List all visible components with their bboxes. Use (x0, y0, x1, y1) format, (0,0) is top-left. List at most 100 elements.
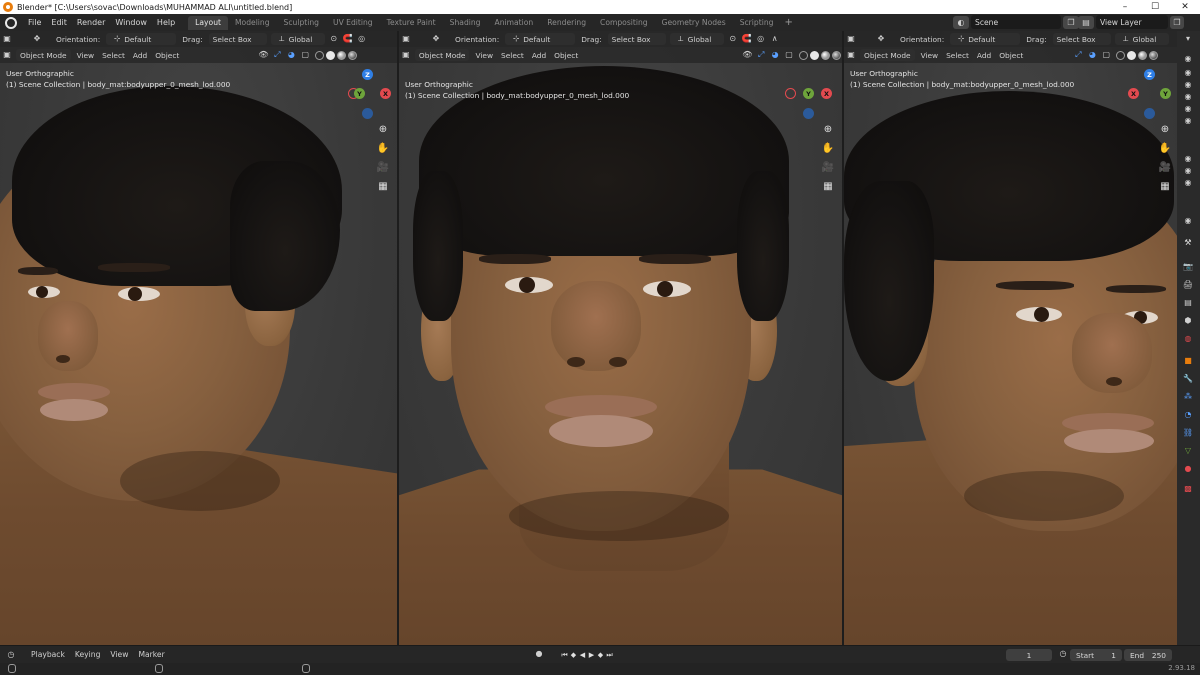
gizmo-neg-z-axis[interactable] (1144, 108, 1155, 119)
drag-dropdown[interactable]: Select Box (607, 33, 666, 45)
tool-properties-icon[interactable]: ⚒ (1182, 237, 1194, 247)
gizmo-neg-z-axis[interactable] (803, 108, 814, 119)
menu-object[interactable]: Object (995, 49, 1027, 61)
play-reverse-icon[interactable]: ◀ (578, 649, 587, 661)
tab-geometry-nodes[interactable]: Geometry Nodes (655, 16, 733, 30)
collection-visibility-icon[interactable]: ◉ (1182, 177, 1194, 187)
collection-visibility-icon[interactable]: ◉ (1182, 79, 1194, 89)
wireframe-shading-icon[interactable] (315, 50, 325, 60)
perspective-grid-icon[interactable]: ▦ (1158, 179, 1172, 193)
object-mode-dropdown[interactable]: Object Mode (16, 49, 71, 61)
collection-visibility-icon[interactable]: ◉ (1182, 115, 1194, 125)
object-mode-dropdown[interactable]: Object Mode (414, 49, 470, 61)
pan-hand-icon[interactable]: ✋ (821, 141, 835, 155)
modifier-properties-icon[interactable]: 🔧 (1182, 373, 1194, 383)
editor-type-icon[interactable]: ▣ (401, 34, 411, 44)
zoom-icon[interactable]: ⊕ (376, 122, 390, 136)
render-properties-icon[interactable]: 📷 (1182, 261, 1194, 271)
menu-render[interactable]: Render (72, 18, 110, 27)
collection-visibility-icon[interactable]: ◉ (1182, 67, 1194, 77)
start-frame-field[interactable]: Start 1 (1070, 649, 1122, 661)
constraint-properties-icon[interactable]: ⛓ (1182, 427, 1194, 437)
tab-scripting[interactable]: Scripting (733, 16, 781, 30)
scene-selector-icon[interactable]: ◐ (953, 16, 969, 29)
falloff-icon[interactable]: ∧ (770, 34, 780, 44)
menu-add[interactable]: Add (973, 49, 995, 61)
preview-range-clock-icon[interactable]: ◷ (1058, 649, 1068, 659)
gizmo-toggle-icon[interactable]: ⤢ (272, 50, 282, 60)
proportional-editing-icon[interactable]: ◎ (756, 34, 766, 44)
view-layer-properties-icon[interactable]: ▤ (1182, 297, 1194, 307)
gizmo-y-axis[interactable]: Y (1160, 88, 1171, 99)
menu-add[interactable]: Add (129, 49, 151, 61)
transform-pivot-icon[interactable]: ✥ (32, 34, 42, 44)
orientation-dropdown[interactable]: ⊹ Default (950, 33, 1021, 45)
xray-icon[interactable]: ▢ (1101, 50, 1111, 60)
pivot-point-icon[interactable]: ⊙ (329, 34, 339, 44)
menu-file[interactable]: File (23, 18, 46, 27)
collection-visibility-icon[interactable]: ◉ (1182, 165, 1194, 175)
menu-timeline-view[interactable]: View (105, 650, 133, 659)
gizmo-x-axis[interactable]: X (821, 88, 832, 99)
jump-to-end-icon[interactable]: ⏭ (605, 649, 614, 661)
navigation-gizmo[interactable]: Z X Y (1126, 69, 1174, 125)
transform-pivot-icon[interactable]: ✥ (876, 34, 886, 44)
solid-shading-icon[interactable] (1127, 50, 1137, 60)
menu-keying[interactable]: Keying (70, 650, 106, 659)
transform-orientation-dropdown[interactable]: ⟂ Global (669, 33, 724, 45)
outliner-filter-icon[interactable]: ▾ (1182, 33, 1194, 43)
menu-edit[interactable]: Edit (46, 18, 72, 27)
menu-playback[interactable]: Playback (26, 650, 70, 659)
gizmo-x-axis[interactable]: X (1128, 88, 1139, 99)
pan-hand-icon[interactable]: ✋ (1158, 141, 1172, 155)
wireframe-shading-icon[interactable] (799, 50, 808, 60)
pivot-point-icon[interactable]: ⊙ (728, 34, 738, 44)
pan-hand-icon[interactable]: ✋ (376, 141, 390, 155)
material-preview-shading-icon[interactable] (821, 50, 830, 60)
gizmo-toggle-icon[interactable]: ⤢ (1073, 50, 1083, 60)
tab-modeling[interactable]: Modeling (228, 16, 277, 30)
jump-to-keyframe-forward-icon[interactable]: ◆ (596, 649, 605, 661)
material-preview-shading-icon[interactable] (1138, 50, 1148, 60)
solid-shading-icon[interactable] (326, 50, 336, 60)
tab-texture-paint[interactable]: Texture Paint (380, 16, 443, 30)
menu-view[interactable]: View (917, 49, 943, 61)
camera-view-icon[interactable]: 🎥 (1158, 160, 1172, 174)
drag-dropdown[interactable]: Select Box (1052, 33, 1111, 45)
gizmo-y-axis[interactable]: Y (354, 88, 365, 99)
view-layer-selector-icon[interactable]: ▤ (1078, 16, 1094, 29)
object-data-properties-icon[interactable]: ▽ (1182, 445, 1194, 455)
snap-icon[interactable]: 🧲 (742, 34, 752, 44)
timeline-editor-type-icon[interactable]: ◷ (6, 650, 16, 660)
material-preview-shading-icon[interactable] (337, 50, 347, 60)
tab-layout[interactable]: Layout (188, 15, 228, 30)
tab-animation[interactable]: Animation (488, 16, 541, 30)
view-layer-field[interactable]: View Layer (1096, 15, 1168, 29)
menu-help[interactable]: Help (152, 18, 180, 27)
overlays-icon[interactable]: ◕ (770, 50, 780, 60)
rendered-shading-icon[interactable] (348, 50, 358, 60)
perspective-grid-icon[interactable]: ▦ (821, 179, 835, 193)
jump-to-start-icon[interactable]: ⏮ (560, 649, 569, 661)
end-frame-field[interactable]: End 250 (1124, 649, 1172, 661)
menu-select[interactable]: Select (497, 49, 528, 61)
texture-properties-icon[interactable]: ▩ (1182, 483, 1194, 493)
menu-select[interactable]: Select (942, 49, 973, 61)
orientation-dropdown[interactable]: ⊹ Default (505, 33, 576, 45)
new-view-layer-icon[interactable]: ❐ (1170, 16, 1184, 29)
xray-icon[interactable]: ▢ (784, 50, 794, 60)
camera-view-icon[interactable]: 🎥 (821, 160, 835, 174)
material-properties-icon[interactable]: ● (1182, 463, 1194, 473)
menu-object[interactable]: Object (151, 49, 183, 61)
wireframe-shading-icon[interactable] (1116, 50, 1126, 60)
new-scene-icon[interactable]: ❐ (1063, 16, 1079, 29)
auto-keying-record-icon[interactable]: ● (534, 649, 544, 659)
drag-dropdown[interactable]: Select Box (208, 33, 267, 45)
transform-pivot-icon[interactable]: ✥ (431, 34, 441, 44)
collection-visibility-icon[interactable]: ◉ (1182, 153, 1194, 163)
collection-visibility-icon[interactable]: ◉ (1182, 53, 1194, 63)
scene-properties-icon[interactable]: ⬢ (1182, 315, 1194, 325)
gizmo-z-axis[interactable]: Z (1144, 69, 1155, 80)
particle-properties-icon[interactable]: ⁂ (1182, 391, 1194, 401)
menu-marker[interactable]: Marker (133, 650, 169, 659)
